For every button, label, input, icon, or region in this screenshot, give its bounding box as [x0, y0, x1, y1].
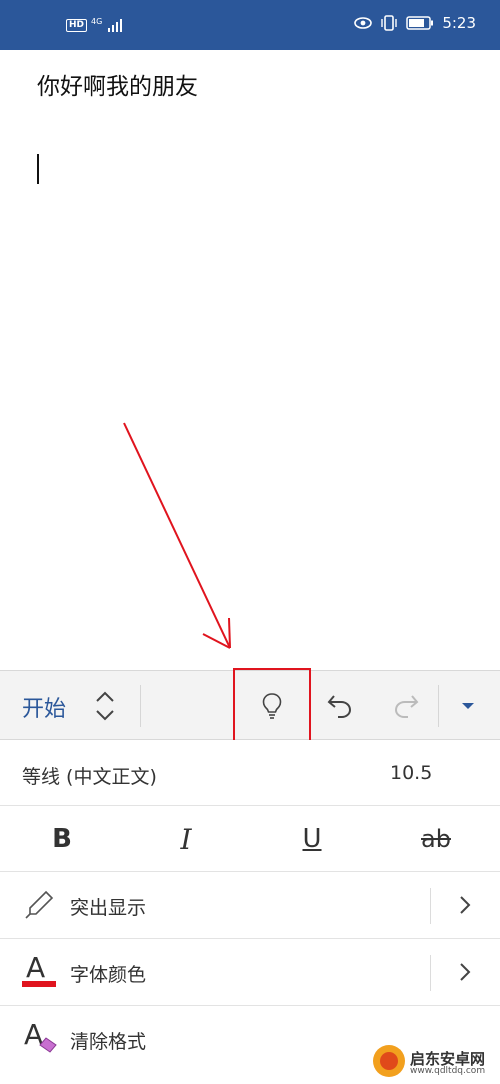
redo-button[interactable] — [378, 671, 434, 741]
italic-glyph: I — [180, 822, 192, 856]
undo-icon — [327, 695, 352, 718]
highlight-label: 突出显示 — [70, 897, 147, 919]
network-type: 4G — [91, 17, 103, 26]
strikethrough-glyph: ab — [421, 825, 451, 853]
tab-switch-chevrons-icon[interactable] — [92, 689, 118, 723]
watermark-url: www.qdltdq.com — [410, 1066, 486, 1076]
underline-glyph: U — [302, 824, 322, 854]
row-divider — [430, 888, 431, 924]
signal-icon — [108, 19, 123, 32]
toolbar-divider — [438, 685, 439, 727]
bold-glyph: B — [52, 824, 72, 854]
undo-button[interactable] — [312, 671, 368, 741]
document-text[interactable]: 你好啊我的朋友 — [37, 67, 198, 101]
hd-badge: HD — [66, 18, 88, 32]
bold-button[interactable]: B — [32, 806, 92, 872]
status-left: HD 4G — [66, 18, 126, 32]
clock: 5:23 — [442, 14, 476, 32]
format-row: B I U ab — [0, 806, 500, 872]
eye-icon — [354, 17, 373, 29]
font-color-glyph: A — [26, 951, 46, 984]
chevron-right-icon[interactable] — [458, 961, 472, 983]
font-size[interactable]: 10.5 — [390, 762, 432, 784]
clear-format-label: 清除格式 — [70, 1031, 147, 1053]
status-bar: HD 4G 5:23 — [0, 0, 500, 50]
font-color-row[interactable]: A 字体颜色 — [0, 939, 500, 1006]
status-right: 5:23 — [354, 14, 476, 32]
chevron-right-icon[interactable] — [458, 894, 472, 916]
battery-icon — [406, 16, 434, 30]
underline-button[interactable]: U — [282, 806, 342, 872]
redo-icon — [394, 695, 419, 718]
document-canvas[interactable]: 你好啊我的朋友 — [0, 50, 500, 670]
font-row[interactable]: 等线 (中文正文) 10.5 — [0, 740, 500, 806]
font-color-label: 字体颜色 — [70, 964, 147, 986]
collapse-ribbon-button[interactable] — [446, 671, 490, 741]
ribbon-tab-home[interactable]: 开始 — [22, 691, 66, 723]
clear-format-icon: A — [22, 1018, 58, 1058]
watermark-logo-icon — [373, 1045, 405, 1077]
row-divider — [430, 955, 431, 991]
highlight-row[interactable]: 突出显示 — [0, 872, 500, 939]
eraser-icon — [39, 1037, 57, 1053]
strikethrough-button[interactable]: ab — [406, 806, 466, 872]
font-name[interactable]: 等线 (中文正文) — [22, 762, 157, 789]
toolbar-divider — [140, 685, 141, 727]
font-color-swatch — [22, 981, 56, 987]
italic-button[interactable]: I — [156, 806, 216, 872]
font-color-icon: A — [22, 951, 58, 991]
annotation-highlight-box — [233, 668, 311, 744]
highlighter-icon — [25, 890, 54, 919]
text-cursor — [37, 154, 39, 184]
caret-down-icon — [462, 703, 474, 709]
ribbon-toolbar: 开始 — [0, 668, 500, 744]
vibrate-icon — [381, 15, 398, 31]
